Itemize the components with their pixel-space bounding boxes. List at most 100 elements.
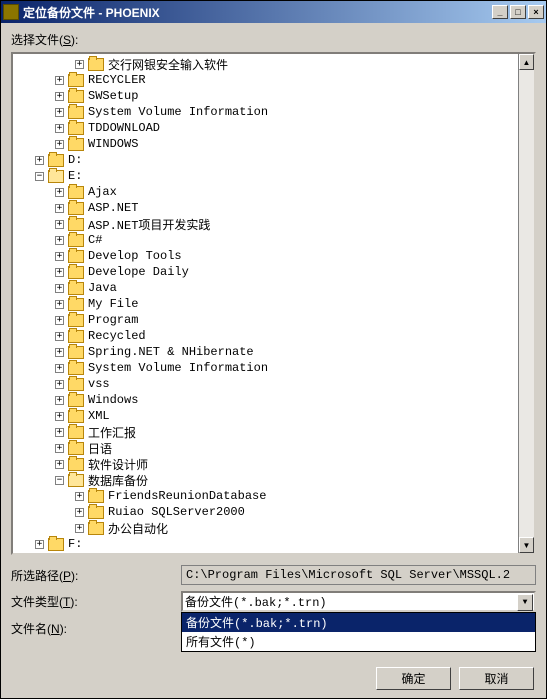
tree-node-label: Develope Daily [88, 265, 189, 279]
selected-path-value: C:\Program Files\Microsoft SQL Server\MS… [181, 565, 536, 585]
expand-icon[interactable] [55, 76, 64, 85]
tree-node[interactable]: Java [15, 280, 516, 296]
tree-node[interactable]: ASP.NET项目开发实践 [15, 216, 516, 232]
tree-node[interactable]: Program [15, 312, 516, 328]
collapse-icon[interactable] [55, 476, 64, 485]
scroll-track[interactable] [519, 70, 534, 537]
titlebar[interactable]: 定位备份文件 - PHOENIX _ □ × [1, 1, 546, 23]
button-row: 确定 取消 [11, 667, 536, 690]
tree-node-label: 日语 [88, 440, 112, 457]
close-button[interactable]: × [528, 5, 544, 19]
tree-node-label: Windows [88, 393, 138, 407]
expand-icon[interactable] [35, 156, 44, 165]
tree-node[interactable]: Ruiao SQLServer2000 [15, 504, 516, 520]
file-tree[interactable]: 交行网银安全输入软件RECYCLERSWSetupSystem Volume I… [13, 54, 518, 553]
vertical-scrollbar[interactable]: ▲ ▼ [518, 54, 534, 553]
expand-icon[interactable] [55, 316, 64, 325]
expand-icon[interactable] [55, 220, 64, 229]
expand-icon[interactable] [55, 300, 64, 309]
tree-node[interactable]: System Volume Information [15, 104, 516, 120]
folder-icon [68, 362, 84, 375]
scroll-down-button[interactable]: ▼ [519, 537, 534, 553]
dialog-body: 选择文件(S): 交行网银安全输入软件RECYCLERSWSetupSystem… [1, 23, 546, 698]
expand-icon[interactable] [55, 428, 64, 437]
tree-node-label: E: [68, 169, 82, 183]
expand-icon[interactable] [55, 236, 64, 245]
tree-node[interactable]: WINDOWS [15, 136, 516, 152]
tree-node[interactable]: TDDOWNLOAD [15, 120, 516, 136]
tree-node[interactable]: D: [15, 152, 516, 168]
tree-node[interactable]: vss [15, 376, 516, 392]
dropdown-option[interactable]: 所有文件(*) [182, 632, 535, 651]
maximize-button[interactable]: □ [510, 5, 526, 19]
tree-node-label: SWSetup [88, 89, 138, 103]
expand-icon[interactable] [55, 364, 64, 373]
tree-node[interactable]: System Volume Information [15, 360, 516, 376]
dropdown-icon[interactable]: ▼ [517, 594, 533, 611]
expand-icon[interactable] [55, 268, 64, 277]
expand-icon[interactable] [55, 444, 64, 453]
folder-icon [68, 410, 84, 423]
minimize-button[interactable]: _ [492, 5, 508, 19]
expand-icon[interactable] [55, 460, 64, 469]
selected-path-label: 所选路径(P): [11, 567, 181, 584]
tree-node[interactable]: Develope Daily [15, 264, 516, 280]
folder-icon [68, 394, 84, 407]
expand-icon[interactable] [55, 188, 64, 197]
tree-node[interactable]: E: [15, 168, 516, 184]
tree-node[interactable]: 数据库备份 [15, 472, 516, 488]
expand-icon[interactable] [75, 508, 84, 517]
expand-icon[interactable] [75, 60, 84, 69]
tree-node[interactable]: SWSetup [15, 88, 516, 104]
file-type-dropdown: 备份文件(*.bak;*.trn) 所有文件(*) [181, 612, 536, 652]
folder-icon [68, 298, 84, 311]
dialog-window: 定位备份文件 - PHOENIX _ □ × 选择文件(S): 交行网银安全输入… [0, 0, 547, 699]
tree-node[interactable]: My File [15, 296, 516, 312]
tree-node[interactable]: Ajax [15, 184, 516, 200]
tree-node[interactable]: RECYCLER [15, 72, 516, 88]
tree-node[interactable]: F: [15, 536, 516, 552]
expand-icon[interactable] [55, 124, 64, 133]
scroll-up-button[interactable]: ▲ [519, 54, 534, 70]
expand-icon[interactable] [55, 412, 64, 421]
tree-node[interactable]: FriendsReunionDatabase [15, 488, 516, 504]
collapse-icon[interactable] [35, 172, 44, 181]
tree-node-label: Ajax [88, 185, 117, 199]
expand-icon[interactable] [75, 524, 84, 533]
tree-node[interactable]: 日语 [15, 440, 516, 456]
folder-icon [68, 250, 84, 263]
tree-node[interactable]: Develop Tools [15, 248, 516, 264]
folder-icon [88, 58, 104, 71]
folder-icon [88, 490, 104, 503]
tree-node[interactable]: ASP.NET [15, 200, 516, 216]
selected-path-row: 所选路径(P): C:\Program Files\Microsoft SQL … [11, 565, 536, 585]
expand-icon[interactable] [55, 108, 64, 117]
tree-node[interactable]: XML [15, 408, 516, 424]
expand-icon[interactable] [55, 92, 64, 101]
dropdown-option[interactable]: 备份文件(*.bak;*.trn) [182, 613, 535, 632]
tree-node[interactable]: Spring.NET & NHibernate [15, 344, 516, 360]
expand-icon[interactable] [55, 252, 64, 261]
expand-icon[interactable] [55, 284, 64, 293]
expand-icon[interactable] [55, 348, 64, 357]
tree-node[interactable]: 工作汇报 [15, 424, 516, 440]
expand-icon[interactable] [35, 540, 44, 549]
tree-node[interactable]: Recycled [15, 328, 516, 344]
expand-icon[interactable] [55, 140, 64, 149]
tree-node[interactable]: C# [15, 232, 516, 248]
expand-icon[interactable] [55, 380, 64, 389]
folder-icon [68, 90, 84, 103]
expand-icon[interactable] [55, 396, 64, 405]
expand-icon[interactable] [75, 492, 84, 501]
expand-icon[interactable] [55, 332, 64, 341]
folder-icon [88, 522, 104, 535]
tree-node[interactable]: Windows [15, 392, 516, 408]
ok-button[interactable]: 确定 [376, 667, 451, 690]
tree-node[interactable]: 软件设计师 [15, 456, 516, 472]
file-type-combo[interactable]: 备份文件(*.bak;*.trn) ▼ [181, 591, 536, 612]
cancel-button[interactable]: 取消 [459, 667, 534, 690]
expand-icon[interactable] [55, 204, 64, 213]
tree-node[interactable]: 办公自动化 [15, 520, 516, 536]
select-files-label: 选择文件(S): [11, 31, 536, 48]
tree-node[interactable]: 交行网银安全输入软件 [15, 56, 516, 72]
